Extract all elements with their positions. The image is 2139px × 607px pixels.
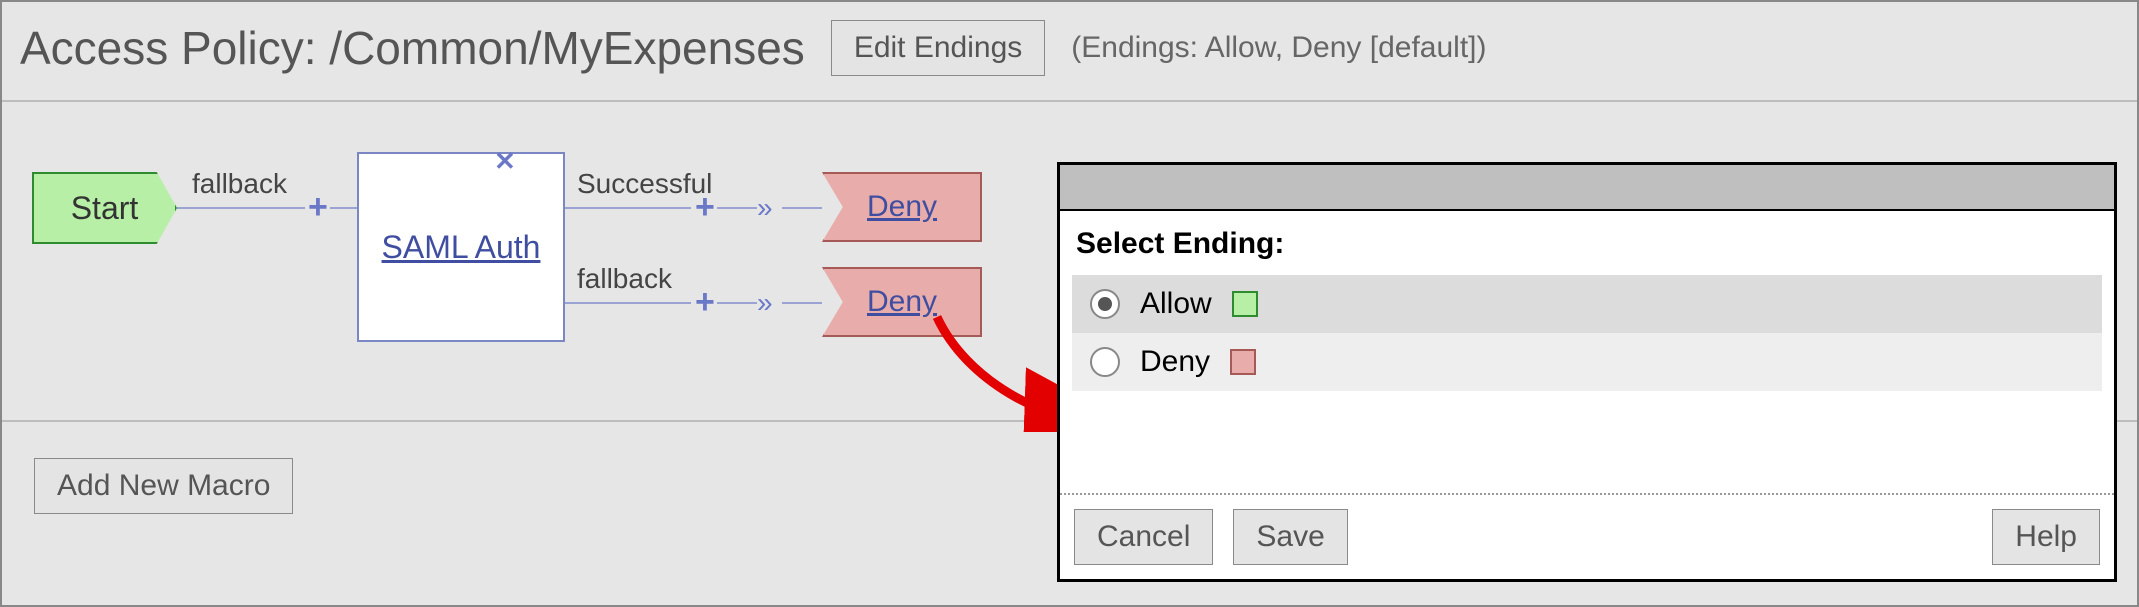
add-action-icon[interactable]: + (695, 190, 715, 224)
arrow-icon: » (757, 192, 767, 224)
connector-line (717, 207, 757, 209)
ending-option-deny[interactable]: Deny (1072, 333, 2102, 391)
connector-line (717, 302, 757, 304)
cancel-button[interactable]: Cancel (1074, 509, 1213, 565)
color-swatch-allow (1232, 291, 1258, 317)
edit-endings-button[interactable]: Edit Endings (831, 20, 1045, 76)
connector-line (782, 207, 822, 209)
ending-node-link[interactable]: Deny (867, 285, 937, 319)
start-node-label: Start (71, 190, 139, 227)
connector-line (565, 207, 691, 209)
add-action-icon[interactable]: + (695, 285, 715, 319)
color-swatch-deny (1230, 349, 1256, 375)
ending-node-deny[interactable]: Deny (822, 172, 982, 242)
connector-line (177, 207, 305, 209)
branch-label-fallback2: fallback (577, 263, 672, 295)
ending-node-deny[interactable]: Deny (822, 267, 982, 337)
ending-option-allow[interactable]: Allow (1072, 275, 2102, 333)
add-action-icon[interactable]: + (308, 190, 328, 224)
dialog-footer: Cancel Save Help (1060, 493, 2114, 579)
option-label: Allow (1140, 287, 1212, 321)
dialog-heading: Select Ending: (1076, 227, 2102, 261)
save-button[interactable]: Save (1233, 509, 1347, 565)
action-node-saml-auth[interactable]: SAML Auth (357, 152, 565, 342)
arrow-icon: » (757, 287, 767, 319)
branch-label-fallback: fallback (192, 168, 287, 200)
page-title: Access Policy: /Common/MyExpenses (20, 21, 805, 75)
add-new-macro-button[interactable]: Add New Macro (34, 458, 293, 514)
action-node-link[interactable]: SAML Auth (382, 229, 541, 266)
ending-node-link[interactable]: Deny (867, 190, 937, 224)
delete-action-icon[interactable]: ✕ (494, 146, 516, 177)
radio-icon[interactable] (1090, 347, 1120, 377)
radio-icon[interactable] (1090, 289, 1120, 319)
option-label: Deny (1140, 345, 1210, 379)
endings-summary: (Endings: Allow, Deny [default]) (1071, 31, 1486, 65)
help-button[interactable]: Help (1992, 509, 2100, 565)
connector-line (565, 302, 691, 304)
select-ending-dialog: Select Ending: Allow Deny Cancel Save He… (1057, 162, 2117, 582)
branch-label-successful: Successful (577, 168, 712, 200)
connector-line (330, 207, 357, 209)
dialog-body: Select Ending: Allow Deny (1060, 211, 2114, 493)
start-node[interactable]: Start (32, 172, 177, 244)
page-header: Access Policy: /Common/MyExpenses Edit E… (2, 2, 2137, 102)
dialog-titlebar[interactable] (1060, 165, 2114, 211)
connector-line (782, 302, 822, 304)
spacer (1368, 509, 1973, 565)
